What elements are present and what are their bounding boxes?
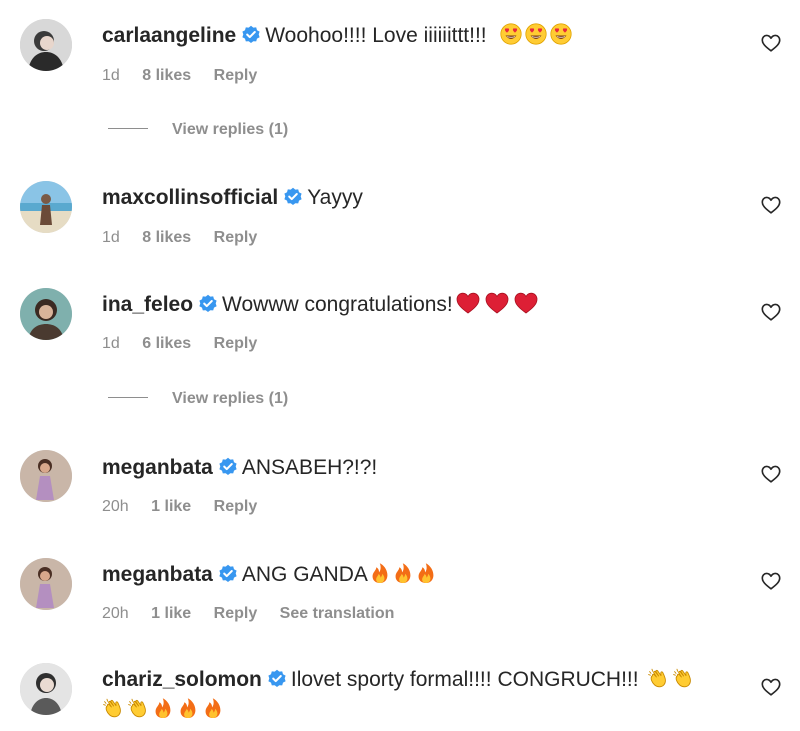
divider [108,397,148,398]
view-replies-label: View replies (1) [172,121,289,138]
comment-likes[interactable]: 1 like [151,605,191,622]
heart-outline-icon[interactable] [760,301,782,323]
comment-meta: 1d 6 likes Reply [102,334,257,354]
comment-text: Wowww congratulations! [222,293,453,316]
comment-username[interactable]: meganbata [102,456,213,479]
comment-username[interactable]: meganbata [102,563,213,586]
comment-text: Woohoo!!!! Love iiiiiittt!!! [265,24,487,47]
comment-time[interactable]: 1d [102,229,120,246]
comment-line: meganbata ANSABEH?!?! [102,455,377,481]
heart-outline-icon[interactable] [760,32,782,54]
reply-button[interactable]: Reply [214,605,258,622]
red-heart-emoji [513,292,539,314]
clapping-emoji [102,697,124,719]
clapping-emoji [647,667,669,689]
verified-badge-icon [198,294,218,314]
verified-badge-icon [218,457,238,477]
avatar[interactable] [20,288,72,340]
comment-likes[interactable]: 8 likes [142,229,191,246]
fire-emoji [152,697,174,719]
reply-button[interactable]: Reply [214,229,258,246]
reply-button[interactable]: Reply [214,335,258,352]
avatar[interactable] [20,663,72,715]
comment-username[interactable]: carlaangeline [102,24,236,47]
fire-emoji [177,697,199,719]
comment-likes[interactable]: 1 like [151,498,191,515]
comment-line: maxcollinsofficial Yayyy [102,185,363,211]
avatar[interactable] [20,19,72,71]
avatar[interactable] [20,558,72,610]
comment-time[interactable]: 20h [102,498,129,515]
comment-time[interactable]: 1d [102,67,120,84]
clapping-emoji [672,667,694,689]
red-heart-emoji [455,292,481,314]
fire-emoji [415,562,437,584]
comment-line: ina_feleo Wowww congratulations! [102,292,539,318]
comment-text: ANSABEH?!?! [241,456,378,479]
heart-outline-icon[interactable] [760,570,782,592]
comment-likes[interactable]: 8 likes [142,67,191,84]
verified-badge-icon [218,564,238,584]
comment-meta: 20h 1 like Reply [102,497,257,517]
comment-text: Yayyy [307,186,363,209]
comment-time[interactable]: 1d [102,335,120,352]
comment-meta: 20h 1 like Reply See translation [102,604,394,624]
comment-text: ANG GANDA [241,563,368,586]
red-heart-emoji [484,292,510,314]
comment-meta: 1d 8 likes Reply [102,228,257,248]
reply-button[interactable]: Reply [214,498,258,515]
verified-badge-icon [283,187,303,207]
comment-username[interactable]: chariz_solomon [102,668,262,691]
heart-outline-icon[interactable] [760,463,782,485]
divider [108,128,148,129]
comment-line: chariz_solomon Ilovet sporty formal!!!! C… [102,667,694,693]
verified-badge-icon [267,669,287,689]
comment-line: meganbata ANG GANDA [102,562,437,588]
fire-emoji [202,697,224,719]
comment-meta: 1d 8 likes Reply [102,66,257,86]
heart-eyes-emoji [550,23,572,45]
view-replies-button[interactable]: View replies (1) [108,390,288,410]
view-replies-label: View replies (1) [172,390,289,407]
comment-likes[interactable]: 6 likes [142,335,191,352]
heart-outline-icon[interactable] [760,676,782,698]
comment-text: Ilovet sporty formal!!!! CONGRUCH!!! [290,668,639,691]
comment-text-continuation [102,697,224,723]
heart-eyes-emoji [500,23,522,45]
comment-line: carlaangeline Woohoo!!!! Love iiiiiittt!!… [102,23,572,49]
fire-emoji [369,562,391,584]
comment-username[interactable]: ina_feleo [102,293,193,316]
clapping-emoji [127,697,149,719]
avatar[interactable] [20,181,72,233]
heart-outline-icon[interactable] [760,194,782,216]
comment-username[interactable]: maxcollinsofficial [102,186,278,209]
heart-eyes-emoji [525,23,547,45]
see-translation-button[interactable]: See translation [280,605,395,622]
comment-time[interactable]: 20h [102,605,129,622]
verified-badge-icon [241,25,261,45]
avatar[interactable] [20,450,72,502]
view-replies-button[interactable]: View replies (1) [108,121,288,141]
fire-emoji [392,562,414,584]
reply-button[interactable]: Reply [214,67,258,84]
